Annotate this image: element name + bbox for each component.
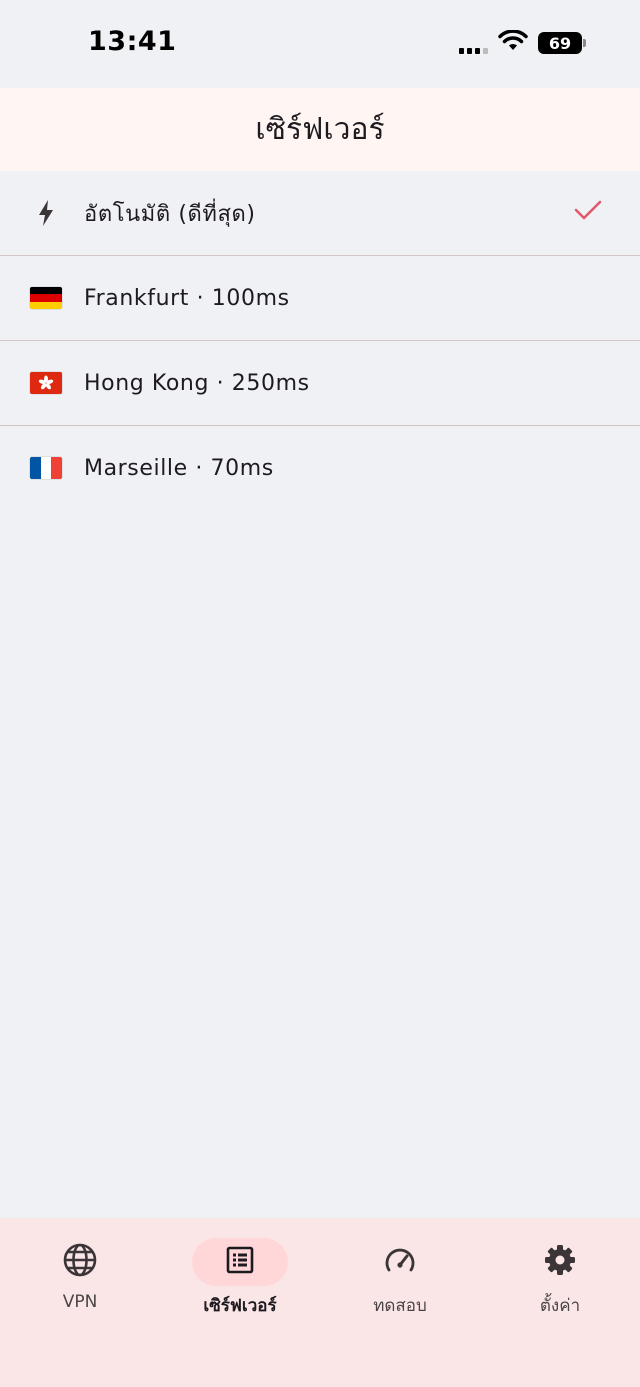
nav-item-speed-test[interactable]: ทดสอบ [320, 1238, 480, 1319]
cellular-signal-icon [459, 32, 488, 54]
server-item-label: Hong Kong · 250ms [84, 370, 310, 396]
nav-label: ทดสอบ [373, 1296, 427, 1316]
server-list: อัตโนมัติ (ดีที่สุด) Frankfurt · 100ms H… [0, 171, 640, 510]
bottom-navigation-bar: VPN เซิร์ฟเวอร์ ทดสอบ ตั้งค่า [0, 1218, 640, 1387]
active-indicator [192, 1238, 288, 1286]
page-title: เซิร์ฟเวอร์ [255, 112, 385, 147]
lightning-bolt-icon [24, 197, 68, 229]
speedometer-icon [383, 1245, 417, 1279]
germany-flag-icon [24, 282, 68, 314]
server-item-label: Frankfurt · 100ms [84, 285, 290, 311]
hong-kong-flag-icon [24, 367, 68, 399]
battery-icon: 69 [538, 32, 582, 54]
server-item-marseille[interactable]: Marseille · 70ms [0, 426, 640, 510]
nav-label: เซิร์ฟเวอร์ [203, 1296, 277, 1316]
top-app-bar: เซิร์ฟเวอร์ [0, 88, 640, 171]
nav-item-servers[interactable]: เซิร์ฟเวอร์ [160, 1238, 320, 1319]
checkmark-icon [574, 199, 602, 225]
server-item-label: Marseille · 70ms [84, 455, 274, 481]
globe-icon [62, 1242, 98, 1282]
status-time: 13:41 [88, 26, 177, 57]
nav-label: ตั้งค่า [539, 1296, 581, 1316]
wifi-icon [498, 29, 528, 56]
status-icons: 69 [459, 29, 586, 56]
list-icon [225, 1245, 255, 1279]
gear-icon [543, 1243, 577, 1281]
nav-item-vpn[interactable]: VPN [0, 1238, 160, 1312]
server-item-hong-kong[interactable]: Hong Kong · 250ms [0, 341, 640, 426]
server-item-frankfurt[interactable]: Frankfurt · 100ms [0, 256, 640, 341]
status-bar: 13:41 69 [0, 0, 640, 88]
nav-item-settings[interactable]: ตั้งค่า [480, 1238, 640, 1319]
battery-level: 69 [548, 33, 572, 53]
nav-label: VPN [62, 1292, 98, 1312]
server-item-label: อัตโนมัติ (ดีที่สุด) [84, 201, 256, 227]
server-item-auto[interactable]: อัตโนมัติ (ดีที่สุด) [0, 171, 640, 256]
france-flag-icon [24, 452, 68, 484]
